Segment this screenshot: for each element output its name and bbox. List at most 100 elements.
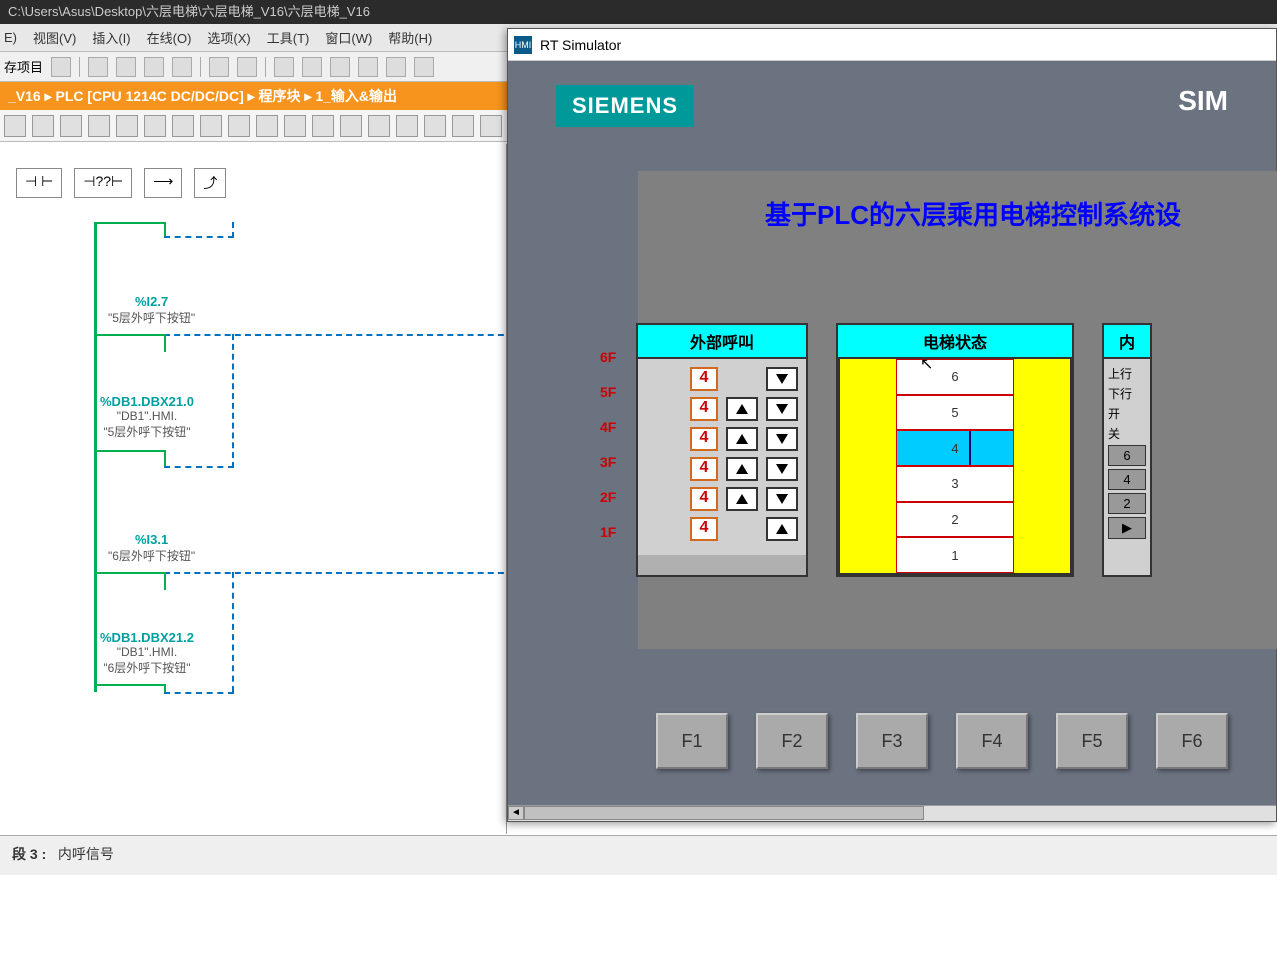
cut-icon[interactable] bbox=[88, 57, 108, 77]
compile-icon[interactable] bbox=[330, 57, 350, 77]
f6-key[interactable]: F6 bbox=[1156, 713, 1228, 769]
external-call-header: 外部呼叫 bbox=[638, 325, 806, 359]
go-offline-icon[interactable] bbox=[414, 57, 434, 77]
elevator-shaft: 6 5 4 3 2 1 bbox=[896, 359, 1014, 573]
tool-1[interactable] bbox=[4, 115, 26, 137]
undo-icon[interactable] bbox=[209, 57, 229, 77]
scrollbar-thumb[interactable] bbox=[524, 806, 924, 820]
tool-3[interactable] bbox=[60, 115, 82, 137]
mouse-cursor: ↖ bbox=[920, 354, 933, 374]
power-rail bbox=[94, 222, 97, 692]
shaft-floor-5: 5 bbox=[896, 395, 1014, 431]
inner-button-6[interactable]: 6 bbox=[1108, 445, 1146, 466]
menu-online[interactable]: 在线(O) bbox=[147, 28, 192, 47]
up-button-5f[interactable] bbox=[726, 397, 758, 421]
tool-18[interactable] bbox=[480, 115, 502, 137]
ladder-diagram[interactable]: %I2.7 "5层外呼下按钮" %DB1.DBX21.0 "DB1".HMI. … bbox=[8, 222, 498, 782]
hmi-screen-title: 基于PLC的六层乘用电梯控制系统设 bbox=[668, 195, 1277, 232]
simatic-label: SIM bbox=[1178, 85, 1228, 127]
paste-icon[interactable] bbox=[144, 57, 164, 77]
menu-view[interactable]: 视图(V) bbox=[33, 28, 76, 47]
copy-icon[interactable] bbox=[116, 57, 136, 77]
contact-3[interactable]: %I3.1 "6层外呼下按钮" bbox=[108, 532, 195, 564]
floor-display-4f: 4 bbox=[690, 427, 718, 451]
tool-17[interactable] bbox=[452, 115, 474, 137]
up-button-1f[interactable] bbox=[766, 517, 798, 541]
shaft-right bbox=[1014, 359, 1070, 573]
delete-icon[interactable] bbox=[172, 57, 192, 77]
branch-button[interactable]: ⤴ bbox=[194, 168, 226, 198]
down-button-5f[interactable] bbox=[766, 397, 798, 421]
tool-14[interactable] bbox=[368, 115, 390, 137]
upload-icon[interactable] bbox=[302, 57, 322, 77]
download-icon[interactable] bbox=[274, 57, 294, 77]
f2-key[interactable]: F2 bbox=[756, 713, 828, 769]
menu-tools[interactable]: 工具(T) bbox=[267, 28, 310, 47]
up-button-4f[interactable] bbox=[726, 427, 758, 451]
call-row-4f: 4 bbox=[646, 427, 798, 451]
up-button-3f[interactable] bbox=[726, 457, 758, 481]
contact-button[interactable]: ⊣ ⊢ bbox=[16, 168, 62, 198]
print-icon[interactable] bbox=[51, 57, 71, 77]
tool-2[interactable] bbox=[32, 115, 54, 137]
f4-key[interactable]: F4 bbox=[956, 713, 1028, 769]
scroll-left-icon[interactable]: ◄ bbox=[508, 806, 524, 820]
tool-4[interactable] bbox=[88, 115, 110, 137]
call-row-1f: 4 bbox=[646, 517, 798, 541]
tool-10[interactable] bbox=[256, 115, 278, 137]
tool-6[interactable] bbox=[144, 115, 166, 137]
down-button-6f[interactable] bbox=[766, 367, 798, 391]
tool-11[interactable] bbox=[284, 115, 306, 137]
inner-open-label: 开 bbox=[1108, 405, 1146, 422]
save-button[interactable]: 存项目 bbox=[4, 57, 43, 76]
elevator-status-panel: 电梯状态 6 5 4 3 2 1 bbox=[836, 323, 1074, 577]
f5-key[interactable]: F5 bbox=[1056, 713, 1128, 769]
tool-12[interactable] bbox=[312, 115, 334, 137]
tool-16[interactable] bbox=[424, 115, 446, 137]
inner-play-button[interactable]: ▶ bbox=[1108, 517, 1146, 539]
inner-down-label: 下行 bbox=[1108, 385, 1146, 402]
menu-options[interactable]: 选项(X) bbox=[207, 28, 250, 47]
inner-close-label: 关 bbox=[1108, 425, 1146, 442]
menu-help[interactable]: 帮助(H) bbox=[388, 28, 432, 47]
segment-number: 段 3 : bbox=[12, 846, 46, 862]
siemens-logo: SIEMENS bbox=[556, 85, 694, 127]
external-call-panel: 外部呼叫 4 4 4 bbox=[636, 323, 808, 577]
tool-9[interactable] bbox=[228, 115, 250, 137]
down-button-2f[interactable] bbox=[766, 487, 798, 511]
contact-2[interactable]: %DB1.DBX21.0 "DB1".HMI. "5层外呼下按钮" bbox=[100, 394, 194, 440]
f3-key[interactable]: F3 bbox=[856, 713, 928, 769]
window-titlebar: C:\Users\Asus\Desktop\六层电梯\六层电梯_V16\六层电梯… bbox=[0, 0, 1277, 24]
up-button-2f[interactable] bbox=[726, 487, 758, 511]
line-button[interactable]: ⟶ bbox=[144, 168, 182, 198]
tool-5[interactable] bbox=[116, 115, 138, 137]
go-online-icon[interactable] bbox=[386, 57, 406, 77]
inner-button-4[interactable]: 4 bbox=[1108, 469, 1146, 490]
rt-simulator-window: HMI RT Simulator SIEMENS SIM 基于PLC的六层乘用电… bbox=[507, 28, 1277, 822]
menu-insert[interactable]: 插入(I) bbox=[92, 28, 130, 47]
tool-8[interactable] bbox=[200, 115, 222, 137]
f1-key[interactable]: F1 bbox=[656, 713, 728, 769]
unknown-contact-button[interactable]: ⊣??⊢ bbox=[74, 168, 132, 198]
menu-window[interactable]: 窗口(W) bbox=[325, 28, 372, 47]
simulate-icon[interactable] bbox=[358, 57, 378, 77]
simulator-app-icon: HMI bbox=[514, 36, 532, 54]
contact-1[interactable]: %I2.7 "5层外呼下按钮" bbox=[108, 294, 195, 326]
inner-button-2[interactable]: 2 bbox=[1108, 493, 1146, 514]
simulator-horizontal-scrollbar[interactable]: ◄ bbox=[508, 805, 1276, 821]
shaft-floor-2: 2 bbox=[896, 502, 1014, 538]
tool-13[interactable] bbox=[340, 115, 362, 137]
tool-7[interactable] bbox=[172, 115, 194, 137]
floor-display-3f: 4 bbox=[690, 457, 718, 481]
inner-call-panel: 内 上行 下行 开 关 6 4 2 ▶ bbox=[1102, 323, 1152, 577]
simulator-body: SIEMENS SIM 基于PLC的六层乘用电梯控制系统设 6F 5F 4F 3… bbox=[508, 61, 1276, 805]
contact-4[interactable]: %DB1.DBX21.2 "DB1".HMI. "6层外呼下按钮" bbox=[100, 630, 194, 676]
redo-icon[interactable] bbox=[237, 57, 257, 77]
down-button-4f[interactable] bbox=[766, 427, 798, 451]
tool-15[interactable] bbox=[396, 115, 418, 137]
call-row-6f: 4 bbox=[646, 367, 798, 391]
simulator-titlebar[interactable]: HMI RT Simulator bbox=[508, 29, 1276, 61]
menu-edit[interactable]: E) bbox=[4, 30, 17, 45]
inner-call-header: 内 bbox=[1104, 325, 1150, 359]
down-button-3f[interactable] bbox=[766, 457, 798, 481]
